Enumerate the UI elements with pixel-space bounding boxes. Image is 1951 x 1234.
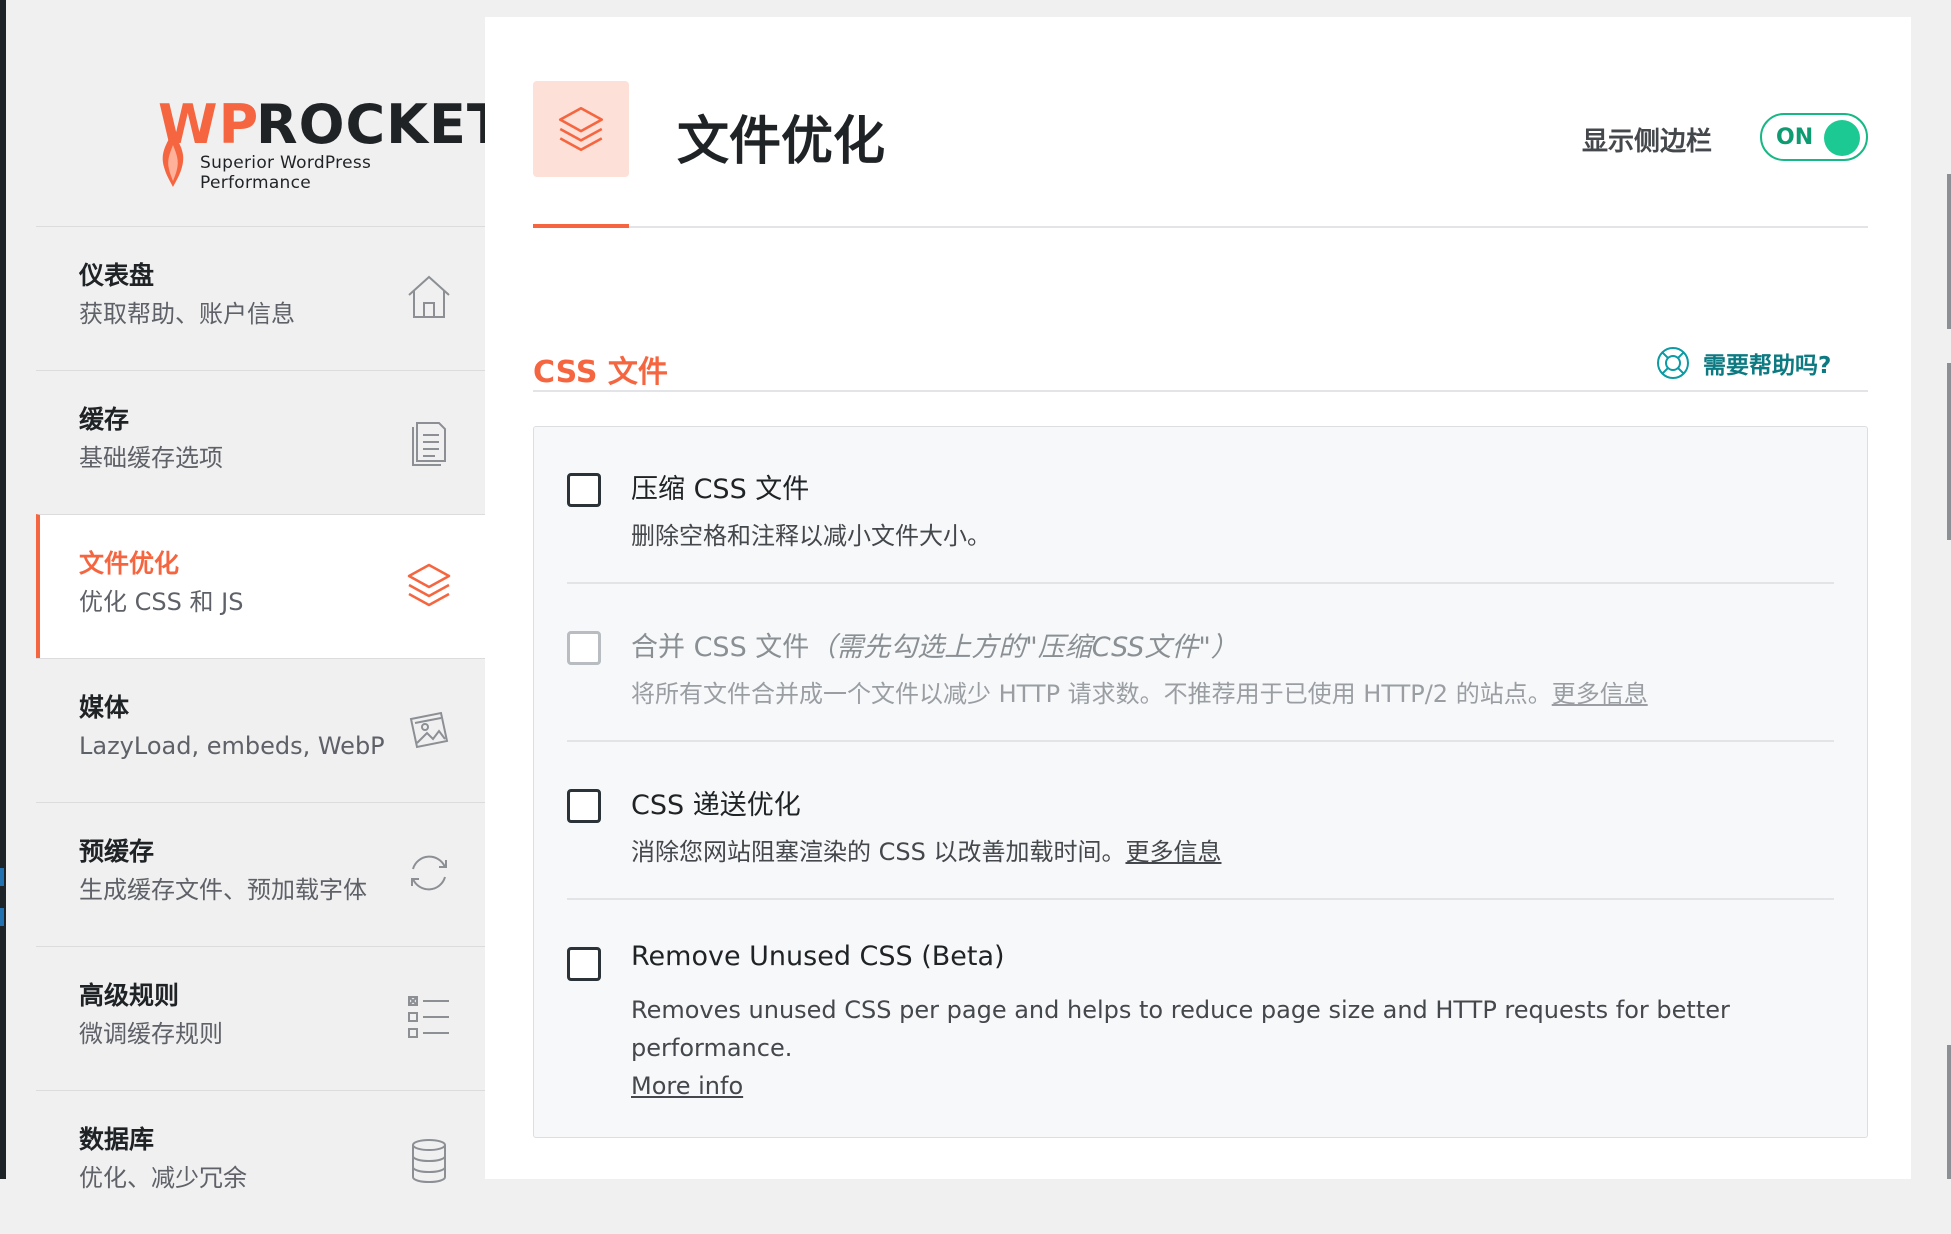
edge-tick: [1947, 363, 1951, 540]
show-sidebar-toggle[interactable]: ON: [1760, 113, 1868, 161]
document-icon: [412, 422, 446, 466]
more-info-link[interactable]: More info: [631, 1072, 743, 1100]
brand-wp: WP: [158, 93, 260, 156]
option-description: 删除空格和注释以减小文件大小。: [631, 522, 991, 550]
combine-css-checkbox[interactable]: [567, 631, 601, 665]
sidebar-item-file-optimization[interactable]: 文件优化 优化 CSS 和 JS: [36, 514, 485, 658]
option-description: Removes unused CSS per page and helps to…: [631, 991, 1841, 1105]
option-divider: [567, 740, 1834, 742]
option-label-note: （需先勾选上方的"压缩CSS文件"）: [809, 632, 1238, 663]
wp-admin-menu-edge: [0, 0, 6, 1179]
header-accent-bar: [533, 224, 629, 228]
admin-menu-indicator: [0, 908, 4, 926]
option-label: Remove Unused CSS (Beta): [631, 941, 1005, 972]
sidebar-item-media[interactable]: 媒体 LazyLoad, embeds, WebP: [36, 658, 485, 802]
need-help-link[interactable]: 需要帮助吗?: [1655, 345, 1831, 381]
brand-tagline: Superior WordPress Performance: [200, 153, 372, 193]
sidebar-nav: 仪表盘 获取帮助、账户信息 缓存 基础缓存选项 文件优化 优化 CSS 和 JS: [36, 226, 485, 1234]
need-help-text: 需要帮助吗?: [1703, 353, 1832, 379]
refresh-icon: [411, 855, 447, 891]
section-title: CSS 文件: [533, 355, 668, 390]
images-icon: [409, 711, 449, 749]
section-divider: [533, 390, 1868, 392]
page-title-tile: [533, 81, 629, 177]
toggle-state-text: ON: [1776, 125, 1814, 150]
sidebar-item-preload[interactable]: 预缓存 生成缓存文件、预加载字体: [36, 802, 485, 946]
option-description-text: 消除您网站阻塞渲染的 CSS 以改善加载时间。: [631, 838, 1126, 866]
brand-rocket: ROCKET: [256, 93, 505, 156]
app-frame: WP ROCKET Superior WordPress Performance…: [0, 0, 1951, 1192]
layers-icon: [407, 563, 451, 607]
option-label: 压缩 CSS 文件: [631, 474, 810, 505]
option-label-text: 合并 CSS 文件: [631, 632, 810, 663]
more-info-link[interactable]: 更多信息: [1125, 838, 1221, 866]
sidebar-item-database[interactable]: 数据库 优化、减少冗余: [36, 1090, 485, 1234]
main-panel: 文件优化 显示侧边栏 ON CSS 文件 需要帮助吗? 压缩 CSS 文件 删除…: [485, 17, 1911, 1179]
page-title: 文件优化: [677, 112, 886, 172]
option-label: 合并 CSS 文件（需先勾选上方的"压缩CSS文件"）: [631, 625, 1238, 664]
edge-tick: [1947, 1045, 1951, 1179]
option-description-text: Removes unused CSS per page and helps to…: [631, 996, 1730, 1062]
toggle-knob: [1824, 120, 1860, 156]
css-options-panel: 压缩 CSS 文件 删除空格和注释以减小文件大小。 合并 CSS 文件（需先勾选…: [533, 426, 1868, 1138]
remove-unused-css-checkbox[interactable]: [567, 947, 601, 981]
css-delivery-checkbox[interactable]: [567, 789, 601, 823]
plugin-sidebar: WP ROCKET Superior WordPress Performance…: [36, 17, 504, 1192]
right-edge: [1911, 0, 1951, 1179]
home-icon: [408, 275, 450, 318]
minify-css-checkbox[interactable]: [567, 473, 601, 507]
option-description: 将所有文件合并成一个文件以减少 HTTP 请求数。不推荐用于已使用 HTTP/2…: [631, 675, 1841, 713]
layers-icon: [558, 106, 604, 152]
admin-menu-indicator: [0, 868, 4, 886]
sidebar-item-cache[interactable]: 缓存 基础缓存选项: [36, 370, 485, 514]
lifebuoy-icon: [1657, 347, 1689, 379]
option-label: CSS 递送优化: [631, 790, 801, 821]
option-divider: [567, 898, 1834, 900]
header-divider: [533, 226, 1868, 228]
more-info-link[interactable]: 更多信息: [1552, 680, 1648, 708]
wp-rocket-logo[interactable]: WP ROCKET Superior WordPress Performance: [96, 75, 504, 195]
database-icon: [412, 1139, 446, 1184]
option-description: 消除您网站阻塞渲染的 CSS 以改善加载时间。更多信息: [631, 833, 1841, 871]
show-sidebar-label: 显示侧边栏: [1582, 127, 1713, 157]
sidebar-item-dashboard[interactable]: 仪表盘 获取帮助、账户信息: [36, 226, 485, 370]
option-divider: [567, 582, 1834, 584]
edge-tick: [1947, 174, 1951, 329]
option-description-text: 将所有文件合并成一个文件以减少 HTTP 请求数。不推荐用于已使用 HTTP/2…: [631, 680, 1552, 708]
sidebar-item-advanced-rules[interactable]: 高级规则 微调缓存规则: [36, 946, 485, 1090]
checklist-icon: [408, 996, 449, 1038]
